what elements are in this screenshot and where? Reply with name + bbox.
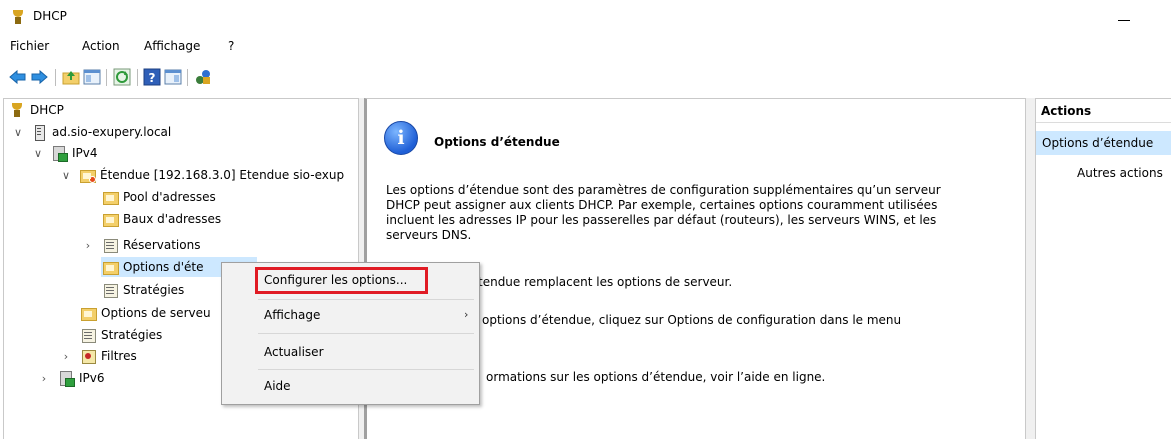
chevron-right-icon[interactable]: ›: [37, 372, 51, 385]
forward-arrow-icon[interactable]: [30, 68, 48, 86]
dhcp-tool-icon[interactable]: [194, 68, 212, 86]
toolbar: ?: [0, 64, 1171, 92]
ipv6-icon: [58, 370, 75, 387]
tree-node-scope-policies[interactable]: Stratégies: [102, 280, 184, 300]
tree-node-server-options[interactable]: Options de serveu: [80, 303, 211, 323]
results-title: Options d’étendue: [434, 135, 560, 149]
actions-section-scope-options[interactable]: Options d’étendue: [1036, 131, 1171, 155]
tree-node-server[interactable]: ∨ ad.sio-exupery.local: [11, 122, 171, 142]
menu-affichage[interactable]: Affichage: [144, 39, 200, 53]
description-line: serveurs DNS.: [386, 228, 472, 242]
context-menu: Configurer les options... Affichage › Ac…: [221, 262, 480, 405]
description-line: DHCP peut assigner aux clients DHCP. Par…: [386, 198, 938, 212]
tree-node-label: Étendue [192.168.3.0] Etendue sio-exup: [100, 168, 345, 182]
dhcp-icon: [9, 102, 25, 118]
back-arrow-icon[interactable]: [9, 68, 27, 86]
filter-icon: [80, 348, 96, 364]
tree-node-label: Filtres: [101, 349, 137, 363]
more-actions-link[interactable]: Autres actions: [1077, 166, 1163, 180]
chevron-right-icon: ›: [464, 308, 469, 321]
server-icon: [31, 124, 47, 141]
scope-options-icon: [102, 259, 119, 275]
menu-item-view[interactable]: Affichage: [264, 308, 320, 322]
chevron-down-icon[interactable]: ∨: [31, 147, 45, 160]
tree-node-label: DHCP: [30, 103, 64, 117]
tree-node-label: Stratégies: [101, 328, 163, 342]
scope-folder-icon: [79, 167, 96, 183]
menu-action[interactable]: Action: [82, 39, 120, 53]
actions-pane: Actions Options d’étendue Autres actions: [1035, 98, 1171, 439]
chevron-down-icon[interactable]: ∨: [11, 126, 25, 139]
title-bar: DHCP: [0, 0, 1171, 32]
svg-text:?: ?: [149, 71, 156, 85]
up-folder-icon[interactable]: [62, 68, 80, 86]
info-icon: i: [384, 121, 418, 155]
description-line: ormations sur les options d’étendue, voi…: [486, 370, 826, 384]
description-line: Les options d’étendue sont des paramètre…: [386, 183, 941, 197]
menu-item-refresh[interactable]: Actualiser: [264, 345, 324, 359]
menu-item-help[interactable]: Aide: [264, 379, 291, 393]
tree-node-reservations[interactable]: › Réservations: [81, 235, 200, 255]
description-line: incluent les adresses IP pour les passer…: [386, 213, 937, 227]
menu-bar: Fichier Action Affichage ?: [0, 37, 1171, 59]
minimize-button[interactable]: [1112, 4, 1142, 28]
toolbar-separator: [187, 69, 188, 86]
tree-node-policies[interactable]: Stratégies: [80, 325, 162, 345]
help-icon[interactable]: ?: [143, 68, 161, 86]
menu-help[interactable]: ?: [228, 39, 234, 53]
tree-node-ipv6[interactable]: › IPv6: [37, 368, 105, 388]
toolbar-separator: [137, 69, 138, 86]
toolbar-separator: [106, 69, 107, 86]
menu-separator: [258, 299, 474, 300]
refresh-icon[interactable]: [113, 68, 131, 86]
tree-node-address-pool[interactable]: Pool d'adresses: [102, 187, 216, 207]
tree-node-label: Options d'éte: [123, 260, 204, 274]
menu-separator: [258, 369, 474, 370]
chevron-right-icon[interactable]: ›: [59, 350, 73, 363]
menu-fichier[interactable]: Fichier: [10, 39, 49, 53]
menu-separator: [258, 333, 474, 334]
reservations-icon: [102, 237, 118, 253]
tree-node-address-leases[interactable]: Baux d'adresses: [102, 209, 221, 229]
tree-node-label: IPv4: [72, 146, 98, 160]
tree-node-label: Pool d'adresses: [123, 190, 216, 204]
show-hide-tree-icon[interactable]: [83, 68, 101, 86]
window-title: DHCP: [33, 9, 67, 23]
actions-header: Actions: [1036, 99, 1171, 123]
tree-node-label: Baux d'adresses: [123, 212, 222, 226]
chevron-down-icon[interactable]: ∨: [59, 169, 73, 182]
description-line: tendue remplacent les options de serveur…: [478, 275, 733, 289]
chevron-right-icon[interactable]: ›: [81, 239, 95, 252]
tree-node-ipv4[interactable]: ∨ IPv4: [31, 143, 98, 163]
policies-icon: [102, 282, 118, 298]
show-hide-action-pane-icon[interactable]: [164, 68, 182, 86]
tree-node-dhcp[interactable]: DHCP: [9, 100, 64, 120]
tree-node-label: ad.sio-exupery.local: [52, 125, 172, 139]
ipv4-icon: [51, 145, 68, 162]
tree-node-label: Stratégies: [123, 283, 185, 297]
folder-icon: [102, 189, 119, 205]
folder-clock-icon: [102, 211, 119, 227]
tree-node-scope[interactable]: ∨ Étendue [192.168.3.0] Etendue sio-exup: [59, 165, 344, 185]
policies-icon: [80, 327, 96, 343]
pane-splitter[interactable]: [1026, 98, 1035, 439]
toolbar-separator: [55, 69, 56, 86]
dhcp-app-icon: [10, 9, 26, 25]
tree-node-label: IPv6: [79, 371, 105, 385]
server-options-icon: [80, 305, 97, 321]
menu-item-configure-options[interactable]: Configurer les options...: [264, 273, 407, 287]
tree-node-label: Réservations: [123, 238, 201, 252]
description-line: options d’étendue, cliquez sur Options d…: [482, 313, 902, 327]
tree-node-filters[interactable]: › Filtres: [59, 346, 137, 366]
tree-node-label: Options de serveu: [101, 306, 211, 320]
